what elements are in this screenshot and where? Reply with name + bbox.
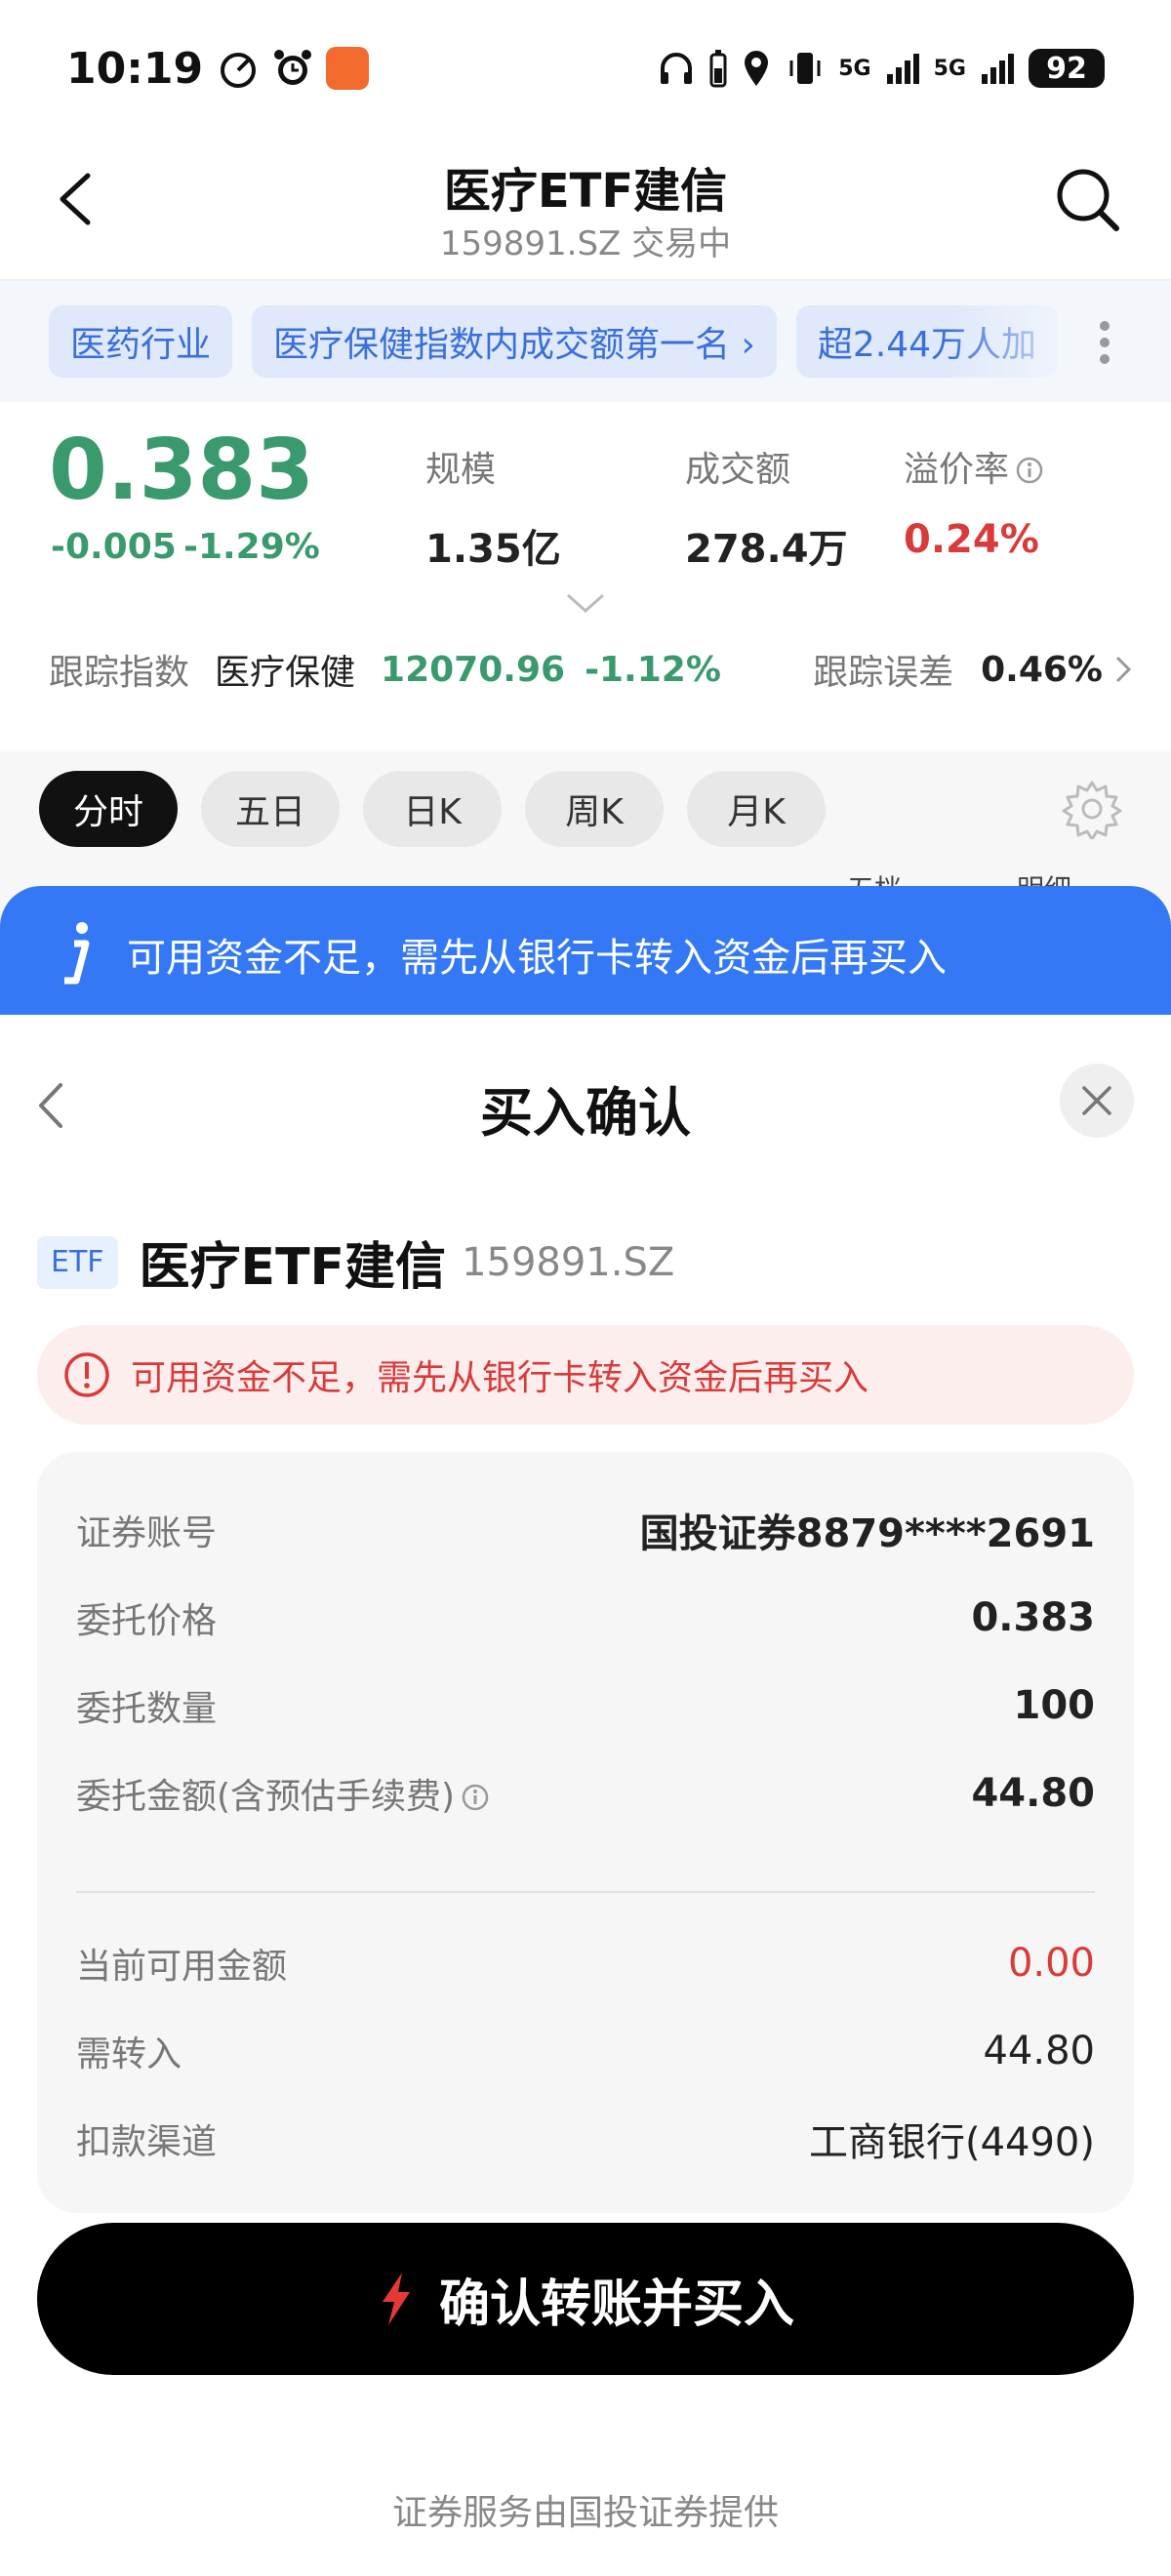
detail-row-price: 委托价格 0.383	[76, 1589, 1095, 1647]
battery-level: 92	[1029, 49, 1105, 88]
network-type-2: 5G	[933, 56, 966, 81]
detail-row-amount: 委托金额(含预估手续费) 44.80	[76, 1764, 1095, 1823]
detail-row-transfer: 需转入 44.80	[76, 2022, 1095, 2080]
vibrate-icon	[789, 53, 821, 84]
device-battery-icon	[709, 50, 727, 88]
stat-value-scale: 1.35亿	[425, 527, 561, 572]
lightning-icon	[382, 2273, 410, 2325]
signal-icon	[982, 54, 1014, 84]
stat-value-turnover: 278.4万	[685, 527, 848, 572]
tag-strip: 医药行业 医疗保健指数内成交额第一名 › 超2.44万人加	[0, 281, 1171, 402]
status-bar: 10:19 5G 5G 92	[0, 0, 1171, 137]
tracking-index-name: 医疗保健	[215, 653, 356, 693]
tab-intraday[interactable]: 分时	[39, 771, 178, 847]
confirm-transfer-buy-button[interactable]: 确认转账并买入	[37, 2223, 1134, 2375]
tags-fade	[947, 281, 1083, 402]
detail-row-channel[interactable]: 扣款渠道 工商银行(4490)	[76, 2110, 1095, 2168]
stat-value-premium: 0.24%	[904, 517, 1039, 562]
tag-industry[interactable]: 医药行业	[49, 305, 233, 378]
confirm-button-label: 确认转账并买入	[438, 2274, 794, 2334]
premium-label-text: 溢价率	[904, 450, 1010, 490]
tab-five-day[interactable]: 五日	[201, 771, 340, 847]
detail-label: 委托价格	[76, 1601, 218, 1641]
status-time: 10:19	[66, 43, 204, 94]
warning-box: 可用资金不足，需先从银行卡转入资金后再买入	[37, 1325, 1134, 1425]
detail-row-account: 证券账号 国投证券8879****2691	[76, 1501, 1095, 1559]
security-code: 159891.SZ	[462, 1239, 675, 1285]
detail-row-quantity: 委托数量 100	[76, 1676, 1095, 1735]
chevron-right-icon[interactable]	[1114, 655, 1132, 684]
nav-header: 医疗ETF建信 159891.SZ 交易中	[0, 146, 1171, 281]
security-row: ETF 医疗ETF建信 159891.SZ	[37, 1226, 674, 1299]
footer-note: 证券服务由国投证券提供	[391, 2493, 779, 2533]
tab-weekly-k[interactable]: 周K	[525, 771, 664, 847]
tag-ranking[interactable]: 医疗保健指数内成交额第一名 ›	[252, 305, 777, 378]
detail-value: 44.80	[971, 1771, 1095, 1816]
tracking-index-label: 跟踪指数	[49, 653, 190, 693]
amount-label-text: 委托金额(含预估手续费)	[76, 1777, 456, 1817]
chevron-down-icon[interactable]	[566, 593, 605, 615]
info-italic-icon	[64, 922, 90, 985]
banner-text: 可用资金不足，需先从银行卡转入资金后再买入	[127, 936, 947, 981]
current-price: 0.383	[49, 422, 315, 519]
price-change: -0.005	[51, 527, 177, 567]
stat-label-turnover: 成交额	[685, 450, 791, 490]
detail-value: 100	[1013, 1683, 1096, 1728]
close-icon	[1082, 1086, 1111, 1115]
insufficient-funds-banner: 可用资金不足，需先从银行卡转入资金后再买入	[0, 886, 1171, 1023]
tracking-index-row[interactable]: 跟踪指数 医疗保健 12070.96 -1.12% 跟踪误差 0.46%	[49, 640, 1132, 699]
detail-row-available: 当前可用金额 0.00	[76, 1934, 1095, 1992]
detail-label: 当前可用金额	[76, 1947, 288, 1987]
stat-label-premium[interactable]: 溢价率	[904, 441, 1044, 492]
more-vertical-icon[interactable]	[1099, 320, 1110, 365]
security-name: 医疗ETF建信	[139, 1238, 447, 1297]
detail-label: 证券账号	[76, 1513, 218, 1553]
detail-value: 国投证券8879****2691	[639, 1511, 1095, 1556]
stat-label-scale: 规模	[425, 450, 497, 490]
warning-text: 可用资金不足，需先从银行卡转入资金后再买入	[131, 1358, 869, 1398]
page-title: 医疗ETF建信	[443, 164, 728, 219]
sheet-title: 买入确认	[480, 1082, 691, 1144]
etf-badge: ETF	[37, 1235, 118, 1289]
tracking-index-pct: -1.12%	[585, 649, 721, 690]
close-button[interactable]	[1060, 1064, 1134, 1138]
detail-label: 扣款渠道	[76, 2122, 218, 2162]
tracking-error-label: 跟踪误差	[813, 653, 954, 693]
status-left-icons	[217, 47, 370, 90]
info-icon[interactable]	[1015, 456, 1044, 485]
gear-icon[interactable]	[1062, 779, 1122, 839]
app-notification-icon	[326, 47, 370, 90]
location-icon	[745, 51, 769, 86]
info-icon[interactable]	[461, 1783, 490, 1812]
order-details-card: 证券账号 国投证券8879****2691 委托价格 0.383 委托数量 10…	[37, 1452, 1134, 2213]
detail-value: 0.00	[1007, 1941, 1095, 1986]
tab-monthly-k[interactable]: 月K	[687, 771, 826, 847]
detail-value: 工商银行(4490)	[808, 2120, 1095, 2165]
page-subtitle: 159891.SZ 交易中	[439, 224, 732, 263]
buy-confirm-sheet: 买入确认 ETF 医疗ETF建信 159891.SZ 可用资金不足，需先从银行卡…	[0, 1015, 1171, 2576]
tracking-error-value: 0.46%	[981, 649, 1103, 690]
detail-label: 委托数量	[76, 1689, 218, 1729]
alarm-icon	[274, 50, 312, 85]
headphones-icon	[661, 53, 693, 84]
tracking-index-value: 12070.96	[381, 649, 566, 690]
detail-value: 44.80	[983, 2029, 1095, 2073]
alert-icon	[64, 1352, 109, 1397]
detail-value: 0.383	[971, 1595, 1095, 1640]
search-icon[interactable]	[1052, 164, 1122, 234]
speedometer-icon	[221, 53, 257, 88]
signal-icon	[886, 54, 919, 84]
network-type-1: 5G	[838, 56, 871, 81]
detail-label: 需转入	[76, 2034, 182, 2074]
quote-panel: 0.383 -0.005 -1.29% 规模 1.35亿 成交额 278.4万 …	[0, 402, 1171, 744]
price-change-pct: -1.29%	[183, 527, 320, 567]
detail-label[interactable]: 委托金额(含预估手续费)	[76, 1768, 490, 1819]
tab-daily-k[interactable]: 日K	[363, 771, 502, 847]
status-right-icons: 5G 5G 92	[657, 49, 1105, 88]
card-divider	[76, 1891, 1095, 1893]
